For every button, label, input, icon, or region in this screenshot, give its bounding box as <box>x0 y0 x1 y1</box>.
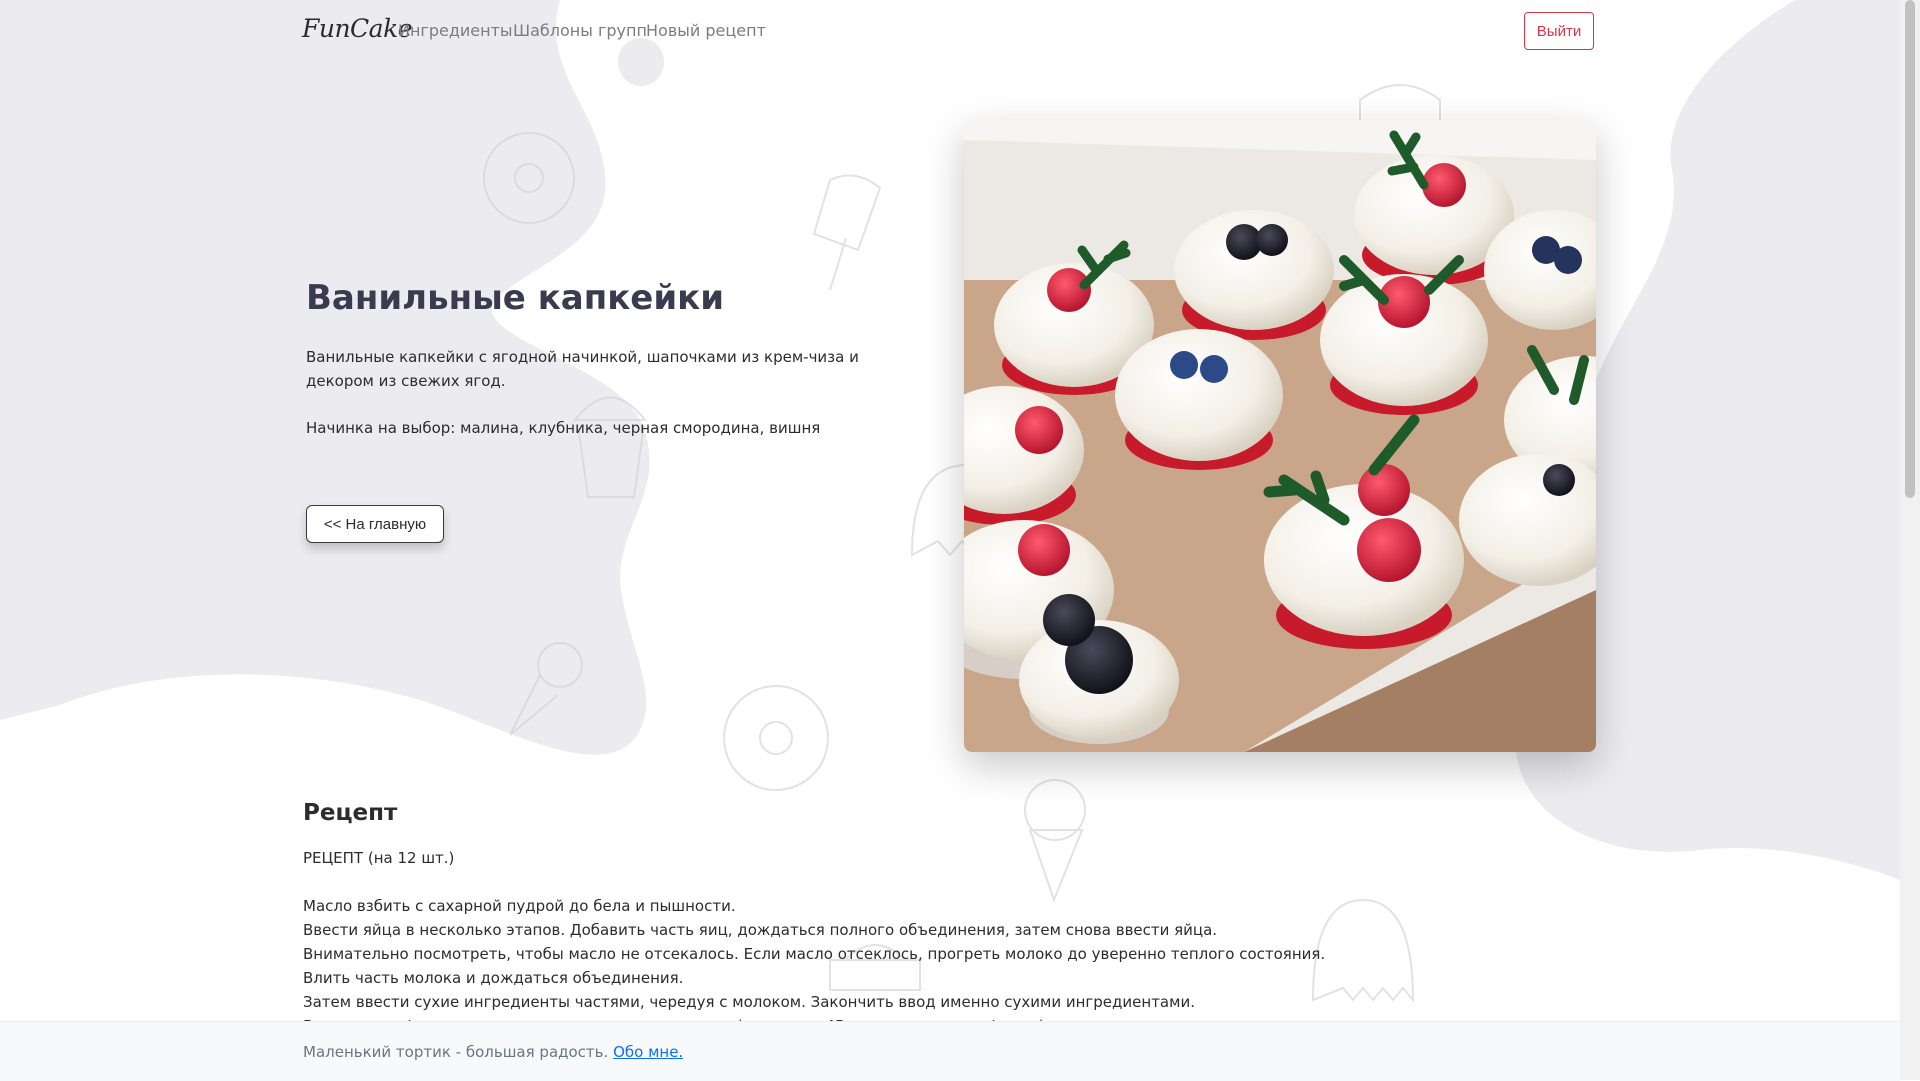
ice-cream-cone-icon <box>509 642 583 736</box>
nav-link-new-recipe[interactable]: Новый рецепт <box>646 21 766 40</box>
recipe-body: РЕЦЕПТ (на 12 шт.) Масло взбить с сахарн… <box>303 846 1603 1038</box>
recipe-heading: Рецепт <box>303 800 398 826</box>
brand-logo[interactable]: FunCake <box>302 14 413 43</box>
scrollbar-thumb[interactable] <box>1905 0 1915 498</box>
recipe-description: Ванильные капкейки с ягодной начинкой, ш… <box>306 348 859 390</box>
recipe-step: Ввести яйца в несколько этапов. Добавить… <box>303 921 1218 939</box>
recipe-yield: РЕЦЕПТ (на 12 шт.) <box>303 849 455 867</box>
footer-text: Маленький тортик - большая радость. Обо … <box>303 1043 683 1061</box>
donut-icon <box>483 132 575 224</box>
nav-link-ingredients[interactable]: Ингредиенты <box>398 21 513 40</box>
recipe-step: Масло взбить с сахарной пудрой до бела и… <box>303 897 736 915</box>
recipe-step: Затем ввести сухие ингредиенты частями, … <box>303 993 1195 1011</box>
footer: Маленький тортик - большая радость. Обо … <box>0 1021 1900 1081</box>
top-navbar: FunCake Ингредиенты Шаблоны групп Новый … <box>0 0 1900 62</box>
page-title: Ванильные капкейки <box>306 278 725 318</box>
footer-slogan: Маленький тортик - большая радость. <box>303 1043 609 1061</box>
back-home-button[interactable]: << На главную <box>306 505 444 543</box>
nav-link-group-templates[interactable]: Шаблоны групп <box>513 21 647 40</box>
recipe-step: Внимательно посмотреть, чтобы масло не о… <box>303 945 1326 963</box>
filling-options: Начинка на выбор: малина, клубника, черн… <box>306 419 821 437</box>
cupcake-icon <box>572 396 648 498</box>
about-me-link[interactable]: Обо мне. <box>613 1043 683 1061</box>
cupcakes-photo <box>964 120 1596 752</box>
ice-cream-bar-icon <box>812 174 882 291</box>
logout-button[interactable]: Выйти <box>1524 12 1594 50</box>
donut-icon-2 <box>723 685 829 791</box>
page-scrollbar[interactable] <box>1900 0 1920 1080</box>
recipe-step: Влить часть молока и дождаться объединен… <box>303 969 684 987</box>
